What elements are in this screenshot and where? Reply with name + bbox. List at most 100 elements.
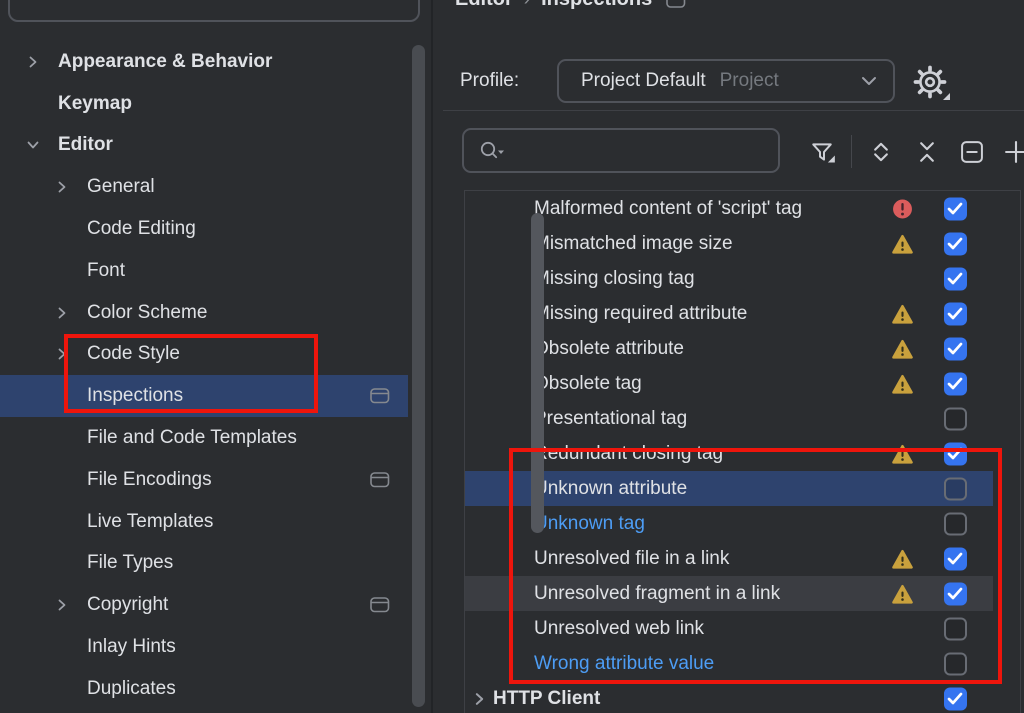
profile-selected-value: Project Default [581,70,706,92]
sidebar-item-file-types[interactable]: File Types [0,543,408,585]
collapse-all-icon [913,138,941,166]
inspection-row[interactable]: Missing required attribute [465,296,993,331]
panel-divider [431,0,433,713]
sidebar-item-label: Copyright [87,594,168,616]
gear-dropdown-arrow [943,93,950,100]
inspection-checkbox[interactable] [944,372,967,395]
inspection-label: Obsolete tag [534,373,642,395]
sidebar-item-label: Inlay Hints [87,636,176,658]
inspection-row[interactable]: Missing closing tag [465,261,993,296]
modified-settings-icon [370,471,390,488]
warning-icon [892,373,913,394]
modified-settings-icon [370,388,390,405]
collapse-all-button[interactable] [913,138,941,166]
sidebar-item-label: Live Templates [87,511,213,533]
sidebar-scrollbar[interactable] [412,45,425,707]
profile-settings-gear-button[interactable] [910,62,954,102]
chevron-right-icon[interactable] [56,181,68,193]
inspection-checkbox[interactable] [944,197,967,220]
gear-icon [913,65,947,99]
annotation-box-inspections [509,448,1002,684]
inspection-row[interactable]: Obsolete attribute [465,331,993,366]
toolbar-separator [851,135,852,168]
expand-all-button[interactable] [867,138,895,166]
sidebar-item-inlay-hints[interactable]: Inlay Hints [0,626,408,668]
inspection-row[interactable]: Obsolete tag [465,366,993,401]
search-icon [30,0,56,5]
sidebar-item-copyright[interactable]: Copyright [0,584,408,626]
inspection-label: Mismatched image size [534,233,733,255]
error-icon [892,198,913,219]
profile-scope: Project [720,70,779,92]
modified-settings-icon [370,597,390,614]
inspection-label: Malformed content of 'script' tag [534,198,802,220]
annotation-box-sidebar [64,334,318,413]
breadcrumb: Editor › Inspections [455,0,686,13]
sidebar-item-file-and-code-templates[interactable]: File and Code Templates [0,417,408,459]
chevron-right-icon[interactable] [56,307,68,319]
breadcrumb-separator: › [524,0,530,11]
inspection-row[interactable]: Presentational tag [465,401,993,436]
sidebar-item-label: Appearance & Behavior [58,51,272,73]
inspection-checkbox[interactable] [944,407,967,430]
breadcrumb-inspections[interactable]: Inspections [541,0,652,11]
sidebar-item-color-scheme[interactable]: Color Scheme [0,292,408,334]
add-inspection-button[interactable] [1002,138,1024,166]
sidebar-item-file-encodings[interactable]: File Encodings [0,459,408,501]
inspection-label: Obsolete attribute [534,338,684,360]
inspection-checkbox[interactable] [944,267,967,290]
inspection-row[interactable]: Malformed content of 'script' tag [465,191,993,226]
sidebar-item-appearance-behavior[interactable]: Appearance & Behavior [0,41,408,83]
warning-icon [892,233,913,254]
inspection-label: Missing closing tag [534,268,695,290]
sidebar-item-label: File and Code Templates [87,427,297,449]
inspection-label: HTTP Client [493,688,600,710]
filter-button[interactable] [808,138,836,166]
filter-icon [808,138,836,166]
sidebar-item-label: Color Scheme [87,302,207,324]
inspection-checkbox[interactable] [944,302,967,325]
modified-settings-icon [666,0,686,9]
inspection-checkbox[interactable] [944,232,967,255]
chevron-right-icon[interactable] [473,692,486,705]
inspection-label: Presentational tag [534,408,687,430]
sidebar-item-label: Code Editing [87,218,196,240]
sidebar-item-keymap[interactable]: Keymap [0,83,408,125]
sidebar-search-input[interactable] [8,0,420,22]
inspection-label: Missing required attribute [534,303,747,325]
sidebar-item-label: Keymap [58,93,132,115]
sidebar-item-label: File Types [87,552,173,574]
inspection-group-row-http-client[interactable]: HTTP Client [465,681,993,713]
sidebar-item-general[interactable]: General [0,166,408,208]
sidebar-item-code-editing[interactable]: Code Editing [0,208,408,250]
sidebar-item-live-templates[interactable]: Live Templates [0,501,408,543]
inspections-search-input[interactable] [462,128,780,173]
profile-label: Profile: [460,70,519,92]
breadcrumb-editor[interactable]: Editor [455,0,513,11]
disable-inspection-button[interactable] [958,138,986,166]
settings-dialog: Appearance & Behavior Keymap Editor Gene… [0,0,1024,713]
search-icon [478,140,506,165]
minus-square-icon [958,138,986,166]
warning-icon [892,303,913,324]
expand-all-icon [867,138,895,166]
chevron-down-icon [861,75,877,87]
inspection-row[interactable]: Mismatched image size [465,226,993,261]
sidebar-item-label: File Encodings [87,469,212,491]
chevron-right-icon[interactable] [56,599,68,611]
sidebar-item-label: Editor [58,134,113,156]
header-separator [443,110,1024,111]
chevron-down-icon[interactable] [27,139,39,151]
inspection-checkbox[interactable] [944,687,967,710]
warning-icon [892,338,913,359]
plus-icon [1002,138,1024,166]
inspection-checkbox[interactable] [944,337,967,360]
sidebar-item-label: General [87,176,155,198]
sidebar-item-label: Font [87,260,125,282]
sidebar-item-label: Duplicates [87,678,176,700]
sidebar-item-editor[interactable]: Editor [0,125,408,167]
sidebar-item-duplicates[interactable]: Duplicates [0,668,408,710]
profile-dropdown[interactable]: Project Default Project [557,59,895,103]
sidebar-item-font[interactable]: Font [0,250,408,292]
chevron-right-icon[interactable] [27,56,39,68]
